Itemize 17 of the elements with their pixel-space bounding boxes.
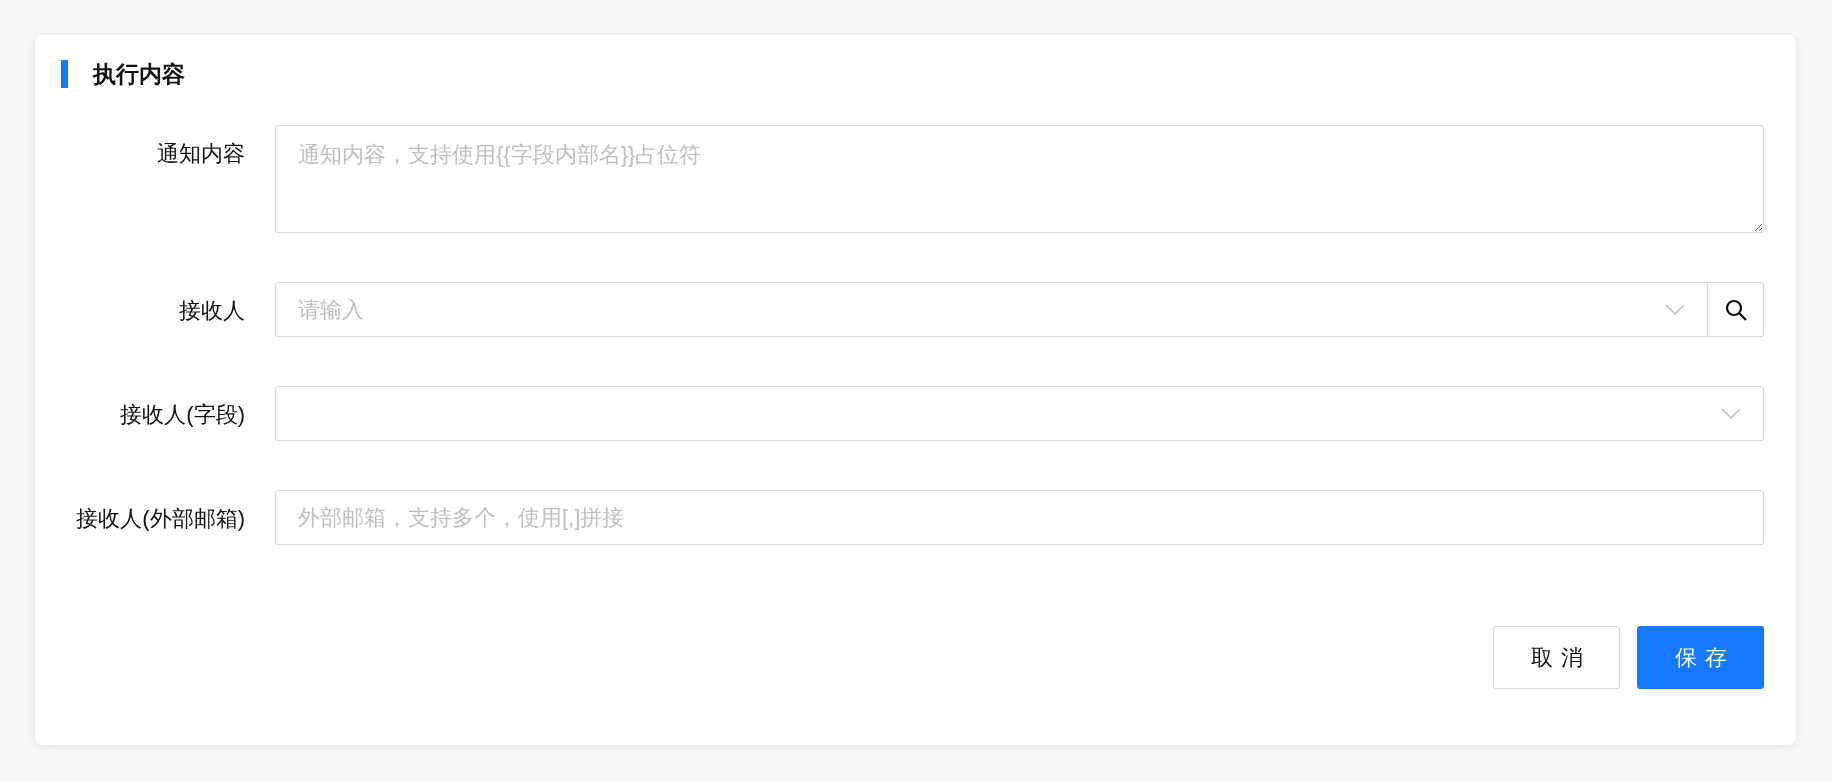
field-select[interactable] (275, 386, 1764, 441)
field-label: 接收人(外部邮箱) (76, 505, 245, 533)
chevron-down-icon (1721, 407, 1741, 420)
field-label: 通知内容 (157, 140, 245, 168)
notification-textarea[interactable]: 通知内容，支持使用{{字段内部名}}占位符 (275, 125, 1764, 233)
search-icon (1723, 297, 1748, 322)
cancel-button[interactable]: 取消 (1493, 626, 1620, 689)
email-input[interactable]: 外部邮箱，支持多个，使用[,]拼接 (275, 490, 1764, 545)
search-button[interactable] (1708, 282, 1764, 337)
recipient-select[interactable]: 请输入 (275, 282, 1708, 337)
chevron-down-icon (1665, 303, 1685, 316)
accent-bar (61, 60, 68, 88)
field-label: 接收人(字段) (120, 401, 245, 429)
save-button[interactable]: 保存 (1637, 626, 1764, 689)
recipient-input[interactable]: 请输入 (298, 293, 1665, 326)
field-label: 接收人 (179, 297, 245, 325)
section-title: 执行内容 (93, 59, 185, 89)
